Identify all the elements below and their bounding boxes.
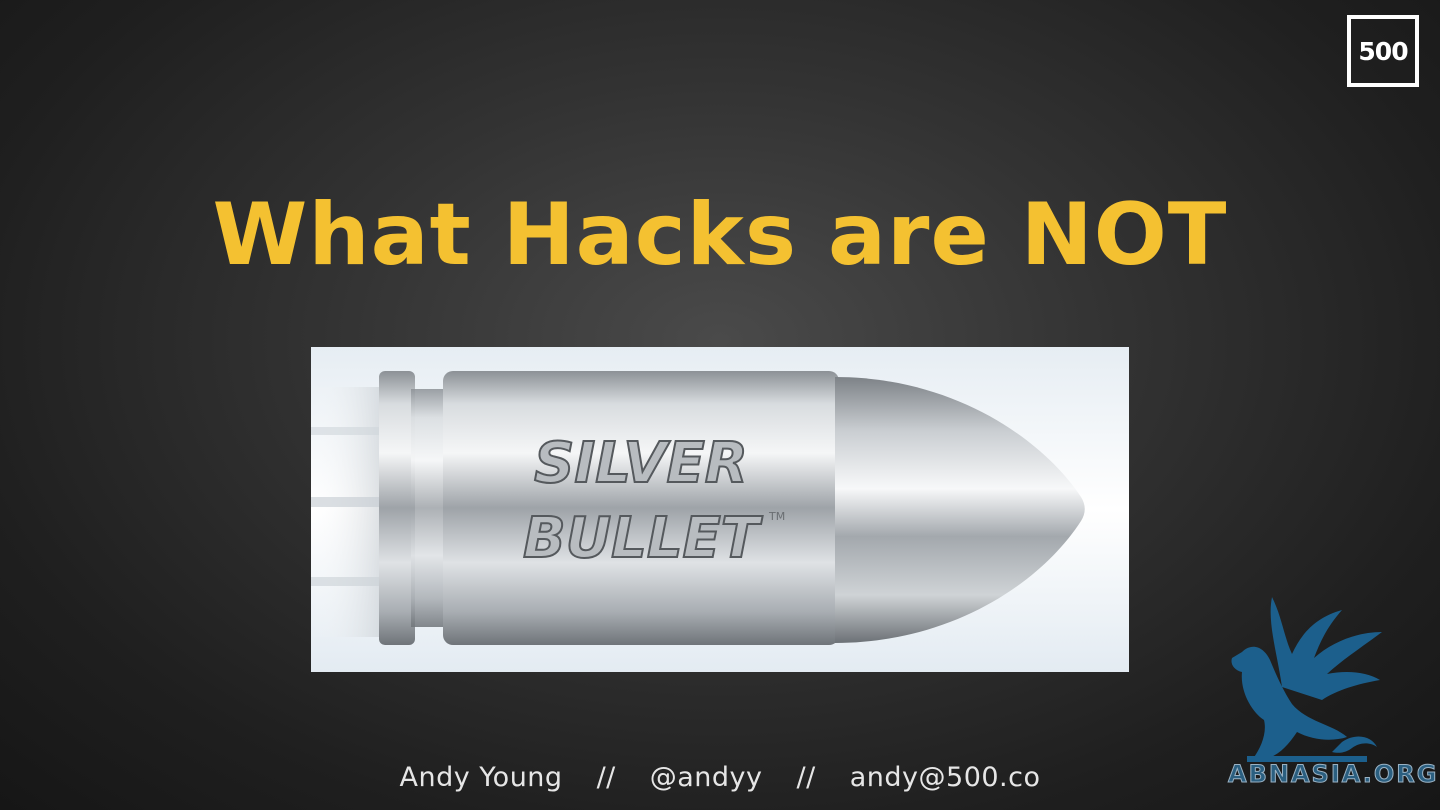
slide-title: What Hacks are NOT — [212, 185, 1228, 285]
logo-500: 500 — [1347, 15, 1419, 87]
footer-email: andy@500.co — [849, 762, 1041, 793]
footer-handle: @andyy — [649, 762, 763, 793]
footer-separator: // — [596, 762, 616, 793]
engraving-bullet: BULLET — [523, 506, 763, 571]
silver-bullet-image: SILVER BULLET TM — [311, 347, 1129, 672]
footer-credits: Andy Young // @andyy // andy@500.co — [0, 762, 1440, 793]
bullet-rim — [379, 371, 415, 645]
logo-text: 500 — [1358, 36, 1408, 66]
bullet-tip — [835, 377, 1085, 643]
footer-separator: // — [796, 762, 816, 793]
engraving-silver: SILVER — [534, 431, 748, 496]
footer-name: Andy Young — [399, 762, 563, 793]
bullet-illustration: SILVER BULLET TM — [311, 371, 1085, 645]
griffin-icon — [1231, 597, 1382, 762]
watermark-text: ABNASIA.ORG — [1228, 760, 1439, 789]
trademark-mark: TM — [768, 510, 785, 523]
